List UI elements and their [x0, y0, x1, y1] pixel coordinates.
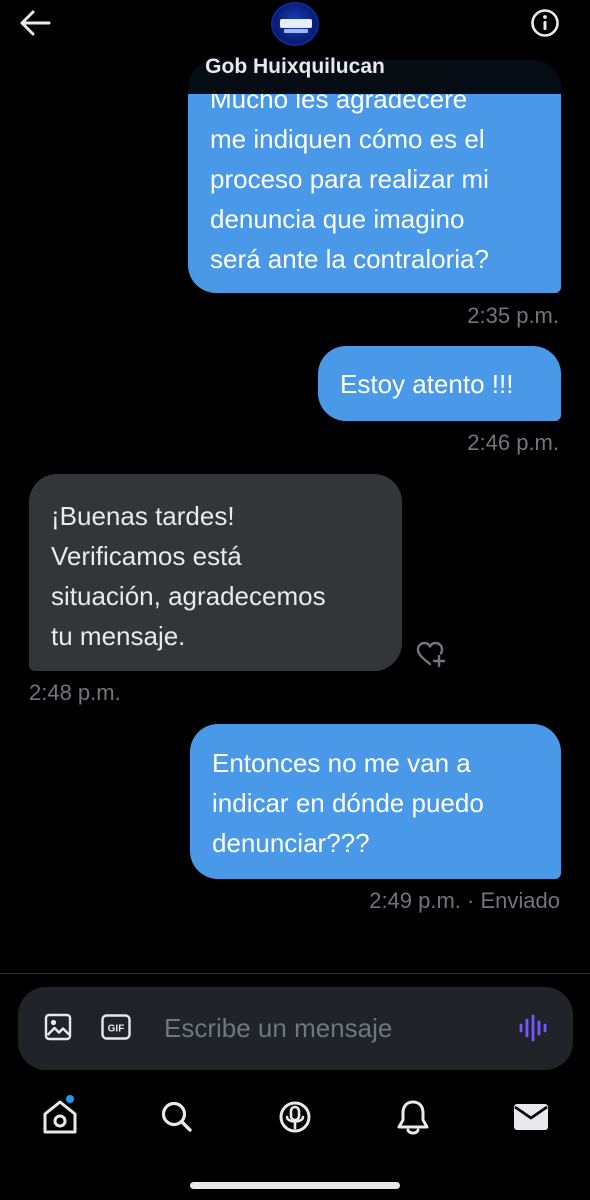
heart-plus-icon[interactable]: [415, 640, 447, 668]
message-bubble-received[interactable]: ¡Buenas tardes! Verificamos está situaci…: [29, 474, 402, 671]
message-timestamp: 2:49 p.m.: [369, 888, 461, 913]
logo-mark-sub: [284, 29, 308, 33]
message-bubble-sent[interactable]: Mucho les agradecere me indiquen cómo es…: [188, 60, 561, 293]
info-circle-icon[interactable]: [530, 8, 560, 38]
arrow-left-icon[interactable]: [18, 8, 52, 38]
message-timestamp: 2:48 p.m.: [29, 680, 121, 705]
avatar[interactable]: [271, 2, 319, 46]
voice-wave-icon[interactable]: [518, 1014, 548, 1042]
message-line: Verificamos está: [51, 541, 242, 571]
message-line: será ante la contraloria?: [210, 244, 489, 274]
delivery-status: · Enviado: [467, 888, 560, 913]
messages-icon: [514, 1104, 548, 1130]
home-indicator[interactable]: [190, 1182, 400, 1189]
nav-search[interactable]: [157, 1097, 197, 1137]
conversation-header: Gob Huixquilucan: [0, 0, 590, 94]
message-line: Entonces no me van a: [212, 748, 471, 778]
message-bubble-sent[interactable]: Entonces no me van a indicar en dónde pu…: [190, 724, 561, 879]
nav-spaces[interactable]: [275, 1097, 315, 1137]
gif-icon[interactable]: GIF: [101, 1014, 131, 1040]
search-icon: [161, 1101, 192, 1132]
message-input[interactable]: [164, 1007, 494, 1049]
message-timestamp: 2:46 p.m.: [467, 430, 559, 455]
message-line: tu mensaje.: [51, 621, 186, 651]
logo-mark: [280, 19, 312, 28]
message-line: ¡Buenas tardes!: [51, 501, 235, 531]
home-icon: [43, 1100, 77, 1134]
message-bubble-sent[interactable]: Estoy atento !!!: [318, 346, 561, 421]
message-timestamp: 2:35 p.m.: [467, 303, 559, 328]
message-line: proceso para realizar mi: [210, 164, 489, 194]
gif-label: GIF: [108, 1024, 125, 1035]
nav-notifications[interactable]: [393, 1097, 433, 1137]
divider: [0, 973, 590, 974]
message-line: denunciar???: [212, 828, 370, 858]
message-composer: GIF: [18, 987, 573, 1070]
image-icon[interactable]: [44, 1013, 72, 1041]
message-line: Estoy atento !!!: [340, 369, 514, 399]
spaces-icon: [279, 1101, 311, 1133]
message-timestamp-status: 2:49 p.m. · Enviado: [369, 888, 560, 914]
bottom-navigation: [0, 1081, 590, 1200]
message-line: indicar en dónde puedo: [212, 788, 484, 818]
page-title[interactable]: Gob Huixquilucan: [0, 55, 590, 79]
notifications-icon: [397, 1100, 429, 1135]
nav-messages[interactable]: [511, 1097, 551, 1137]
notification-dot: [65, 1094, 75, 1104]
message-line: situación, agradecemos: [51, 581, 326, 611]
message-line: me indiquen cómo es el: [210, 124, 485, 154]
nav-home[interactable]: [40, 1094, 80, 1137]
message-line: denuncia que imagino: [210, 204, 465, 234]
